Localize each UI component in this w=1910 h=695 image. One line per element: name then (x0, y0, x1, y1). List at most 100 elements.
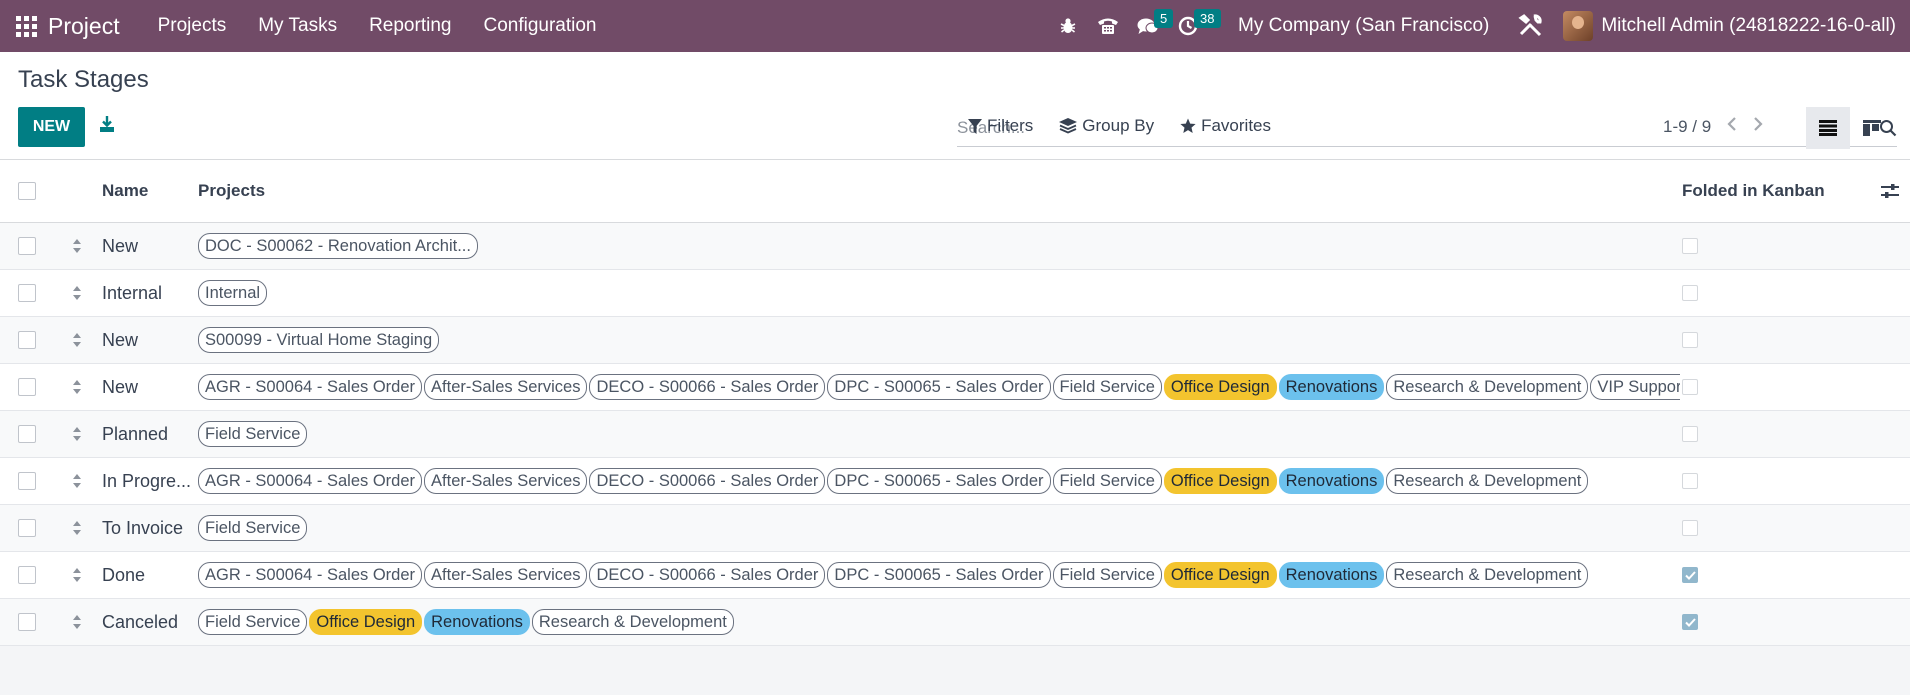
messages-icon[interactable]: 5 (1128, 0, 1174, 52)
group-by-button[interactable]: Group By (1059, 116, 1154, 136)
table-row[interactable]: Internal Internal (0, 270, 1910, 317)
project-tag: Research & Development (1386, 374, 1589, 400)
table-row[interactable]: In Progre... AGR - S00064 - Sales Order A… (0, 458, 1910, 505)
project-tag: DPC - S00065 - Sales Order (827, 374, 1051, 400)
menu-projects[interactable]: Projects (142, 0, 243, 52)
phone-icon[interactable] (1088, 0, 1128, 52)
page-title: Task Stages (18, 66, 149, 93)
project-tag: Renovations (1278, 562, 1385, 588)
drag-handle-icon[interactable] (52, 473, 102, 489)
projects-cell: Field Service Office Design Renovations Res… (198, 609, 1680, 635)
row-select-checkbox[interactable] (18, 519, 36, 537)
projects-cell: Field Service (198, 515, 1680, 541)
stage-name: Done (102, 564, 146, 585)
folded-checkbox[interactable] (1682, 285, 1698, 301)
activities-clock-icon[interactable]: 38 (1168, 0, 1221, 52)
stage-name: Internal (102, 282, 163, 303)
column-header-name[interactable]: Name (102, 181, 198, 201)
projects-cell: AGR - S00064 - Sales Order After-Sales Se… (198, 562, 1680, 588)
row-select-checkbox[interactable] (18, 284, 36, 302)
folded-checkbox[interactable] (1682, 379, 1698, 395)
table-row[interactable]: Planned Field Service (0, 411, 1910, 458)
download-icon[interactable] (98, 115, 116, 138)
bug-icon[interactable] (1048, 0, 1088, 52)
folded-checkbox[interactable] (1682, 614, 1698, 630)
drag-handle-icon[interactable] (52, 567, 102, 583)
company-switcher[interactable]: My Company (San Francisco) (1238, 15, 1489, 37)
pager-previous-icon[interactable] (1727, 116, 1737, 137)
stage-name: In Progre... (102, 470, 192, 491)
list-view-icon[interactable] (1806, 107, 1850, 149)
folded-checkbox[interactable] (1682, 567, 1698, 583)
project-tag: Field Service (1052, 562, 1162, 588)
projects-cell: Internal (198, 280, 1680, 306)
column-header-projects[interactable]: Projects (198, 181, 1680, 201)
app-brand[interactable]: Project (48, 13, 120, 40)
stage-name: Planned (102, 423, 169, 444)
folded-checkbox[interactable] (1682, 332, 1698, 348)
table-body: New DOC - S00062 - Renovation Archit... … (0, 223, 1910, 646)
folded-checkbox[interactable] (1682, 238, 1698, 254)
project-tag: After-Sales Services (424, 374, 588, 400)
favorites-button[interactable]: Favorites (1180, 116, 1271, 136)
favorites-label: Favorites (1201, 116, 1272, 135)
new-button[interactable]: NEW (18, 107, 85, 147)
projects-cell: AGR - S00064 - Sales Order After-Sales Se… (198, 468, 1680, 494)
pager-next-icon[interactable] (1753, 116, 1763, 137)
table-row[interactable]: New AGR - S00064 - Sales Order After-Sale… (0, 364, 1910, 411)
table-row[interactable]: Canceled Field Service Office Design Renov… (0, 599, 1910, 646)
drag-handle-icon[interactable] (52, 285, 102, 301)
folded-checkbox[interactable] (1682, 473, 1698, 489)
apps-menu-icon[interactable] (0, 0, 52, 52)
project-tag: Research & Development (1386, 562, 1589, 588)
row-select-checkbox[interactable] (18, 613, 36, 631)
project-tag: VIP Support (1590, 374, 1680, 400)
control-panel: Task Stages NEW (0, 52, 1910, 160)
project-tag: Research & Development (1386, 468, 1589, 494)
row-select-checkbox[interactable] (18, 566, 36, 584)
folded-checkbox[interactable] (1682, 520, 1698, 536)
filters-button[interactable]: Filters (968, 116, 1033, 136)
top-navbar: Project Projects My Tasks Reporting Conf… (0, 0, 1910, 52)
project-tag: DECO - S00066 - Sales Order (589, 468, 826, 494)
table-row[interactable]: New S00099 - Virtual Home Staging (0, 317, 1910, 364)
project-tag: Internal (198, 280, 268, 306)
row-select-checkbox[interactable] (18, 331, 36, 349)
drag-handle-icon[interactable] (52, 614, 102, 630)
table-row[interactable]: New DOC - S00062 - Renovation Archit... (0, 223, 1910, 270)
projects-cell: AGR - S00064 - Sales Order After-Sales Se… (198, 374, 1680, 400)
kanban-view-icon[interactable] (1850, 107, 1894, 149)
drag-handle-icon[interactable] (52, 520, 102, 536)
drag-handle-icon[interactable] (52, 332, 102, 348)
row-select-checkbox[interactable] (18, 237, 36, 255)
checkmark-icon (1684, 570, 1696, 580)
project-tag: Field Service (198, 421, 308, 447)
select-all-checkbox[interactable] (18, 182, 36, 200)
project-tag: Field Service (198, 515, 308, 541)
drag-handle-icon[interactable] (52, 238, 102, 254)
user-menu[interactable]: Mitchell Admin (24818222-16-0-all) (1601, 15, 1896, 37)
menu-reporting[interactable]: Reporting (353, 0, 467, 52)
project-tag: AGR - S00064 - Sales Order (198, 374, 423, 400)
row-select-checkbox[interactable] (18, 378, 36, 396)
debug-tools-icon[interactable] (1513, 0, 1549, 52)
table-row[interactable]: To Invoice Field Service (0, 505, 1910, 552)
row-select-checkbox[interactable] (18, 472, 36, 490)
project-tag: AGR - S00064 - Sales Order (198, 562, 423, 588)
project-tag: Renovations (1278, 468, 1385, 494)
menu-configuration[interactable]: Configuration (467, 0, 612, 52)
drag-handle-icon[interactable] (52, 379, 102, 395)
menu-my-tasks[interactable]: My Tasks (242, 0, 353, 52)
star-icon (1180, 118, 1196, 133)
row-select-checkbox[interactable] (18, 425, 36, 443)
drag-handle-icon[interactable] (52, 426, 102, 442)
optional-columns-icon[interactable] (1870, 183, 1910, 199)
project-tag: DECO - S00066 - Sales Order (589, 374, 826, 400)
user-avatar[interactable] (1563, 11, 1594, 41)
project-tag: Renovations (424, 609, 530, 635)
pager-value[interactable]: 1-9 / 9 (1663, 117, 1711, 137)
column-header-folded[interactable]: Folded in Kanban (1680, 181, 1870, 201)
table-row[interactable]: Done AGR - S00064 - Sales Order After-Sal… (0, 552, 1910, 599)
search-options: Filters Group By Favorites (968, 116, 1271, 136)
folded-checkbox[interactable] (1682, 426, 1698, 442)
